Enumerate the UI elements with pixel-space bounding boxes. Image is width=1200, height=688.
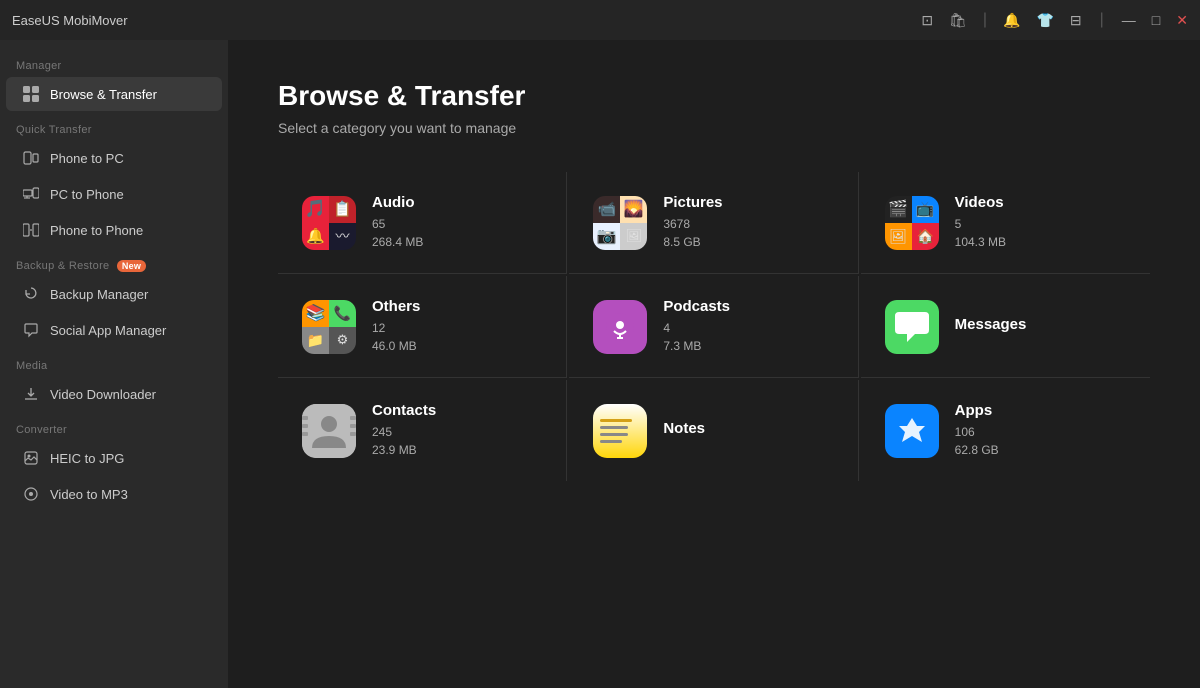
sidebar-item-label: Video to MP3 — [50, 487, 128, 502]
category-card-messages[interactable]: Messages — [861, 276, 1150, 378]
pictures-icon: 📹 🌄 📷 🖼 — [593, 196, 647, 250]
sidebar-item-label: Video Downloader — [50, 387, 156, 402]
sidebar-item-video-downloader[interactable]: Video Downloader — [6, 377, 222, 411]
sidebar-item-heic-to-jpg[interactable]: HEIC to JPG — [6, 441, 222, 475]
social-app-icon — [22, 321, 40, 339]
notes-name: Notes — [663, 420, 705, 437]
category-card-notes[interactable]: Notes — [569, 380, 858, 481]
notes-icon — [593, 404, 647, 458]
apps-icon — [885, 404, 939, 458]
bag-icon[interactable]: 🛍 — [949, 12, 967, 29]
category-card-videos[interactable]: 🎬 📺 🖼 🏠 Videos 5 104.3 MB — [861, 172, 1150, 274]
backup-manager-icon — [22, 285, 40, 303]
sidebar-item-label: Phone to Phone — [50, 223, 143, 238]
page-subtitle: Select a category you want to manage — [278, 120, 1150, 136]
sidebar-item-browse-transfer[interactable]: Browse & Transfer — [6, 77, 222, 111]
sidebar-item-backup-manager[interactable]: Backup Manager — [6, 277, 222, 311]
sidebar-item-phone-to-phone[interactable]: Phone to Phone — [6, 213, 222, 247]
messages-name: Messages — [955, 316, 1027, 333]
videos-stats: 5 104.3 MB — [955, 215, 1006, 251]
sidebar-item-social-app-manager[interactable]: Social App Manager — [6, 313, 222, 347]
minimize-icon[interactable]: — — [1122, 12, 1136, 28]
section-label-backup: Backup & Restore New — [0, 248, 228, 276]
podcasts-stats: 4 7.3 MB — [663, 319, 730, 355]
phone-to-phone-icon — [22, 221, 40, 239]
others-stats: 12 46.0 MB — [372, 319, 420, 355]
window-controls: ⊡ 🛍 | 🔔 👕 ⊟ | — □ ✕ — [921, 11, 1188, 29]
maximize-icon[interactable]: □ — [1152, 12, 1160, 28]
category-grid: 🎵 📋 🔔 〰 Audio 65 268.4 MB 📹 🌄 — [278, 172, 1150, 481]
browse-transfer-icon — [22, 85, 40, 103]
sidebar-item-label: PC to Phone — [50, 187, 124, 202]
content-area: Browse & Transfer Select a category you … — [228, 40, 1200, 688]
contacts-icon — [302, 404, 356, 458]
section-label-manager: Manager — [0, 48, 228, 76]
podcasts-icon — [593, 300, 647, 354]
titlebar: EaseUS MobiMover ⊡ 🛍 | 🔔 👕 ⊟ | — □ ✕ — [0, 0, 1200, 40]
section-label-converter: Converter — [0, 412, 228, 440]
sidebar: Manager Browse & Transfer Quick Transfer — [0, 40, 228, 688]
app-title: EaseUS MobiMover — [12, 13, 128, 28]
video-downloader-icon — [22, 385, 40, 403]
others-icon: 📚 📞 📁 ⚙ — [302, 300, 356, 354]
category-card-pictures[interactable]: 📹 🌄 📷 🖼 Pictures 3678 8.5 GB — [569, 172, 858, 274]
sidebar-item-label: Social App Manager — [50, 323, 166, 338]
sidebar-item-pc-to-phone[interactable]: PC to Phone — [6, 177, 222, 211]
audio-name: Audio — [372, 194, 423, 211]
tshirt-icon[interactable]: 👕 — [1036, 12, 1053, 29]
messages-icon — [885, 300, 939, 354]
contacts-name: Contacts — [372, 402, 436, 419]
phone-to-pc-icon — [22, 149, 40, 167]
page-title: Browse & Transfer — [278, 80, 1150, 112]
contacts-stats: 245 23.9 MB — [372, 423, 436, 459]
close-icon[interactable]: ✕ — [1176, 12, 1188, 29]
others-name: Others — [372, 298, 420, 315]
category-card-audio[interactable]: 🎵 📋 🔔 〰 Audio 65 268.4 MB — [278, 172, 567, 274]
heic-icon — [22, 449, 40, 467]
audio-stats: 65 268.4 MB — [372, 215, 423, 251]
video-to-mp3-icon — [22, 485, 40, 503]
device-icon[interactable]: ⊡ — [921, 12, 933, 29]
apps-stats: 106 62.8 GB — [955, 423, 999, 459]
category-card-others[interactable]: 📚 📞 📁 ⚙ Others 12 46.0 MB — [278, 276, 567, 378]
sidebar-item-label: Browse & Transfer — [50, 87, 157, 102]
sidebar-item-phone-to-pc[interactable]: Phone to PC — [6, 141, 222, 175]
category-card-apps[interactable]: Apps 106 62.8 GB — [861, 380, 1150, 481]
podcasts-name: Podcasts — [663, 298, 730, 315]
category-card-podcasts[interactable]: Podcasts 4 7.3 MB — [569, 276, 858, 378]
sidebar-item-label: HEIC to JPG — [50, 451, 124, 466]
section-label-media: Media — [0, 348, 228, 376]
videos-name: Videos — [955, 194, 1006, 211]
new-badge: New — [117, 260, 146, 272]
audio-icon: 🎵 📋 🔔 〰 — [302, 196, 356, 250]
sidebar-item-label: Backup Manager — [50, 287, 148, 302]
bell-icon[interactable]: 🔔 — [1003, 12, 1020, 29]
apps-name: Apps — [955, 402, 999, 419]
category-card-contacts[interactable]: Contacts 245 23.9 MB — [278, 380, 567, 481]
videos-icon: 🎬 📺 🖼 🏠 — [885, 196, 939, 250]
section-label-quick-transfer: Quick Transfer — [0, 112, 228, 140]
expand-icon[interactable]: ⊟ — [1070, 12, 1082, 29]
pictures-name: Pictures — [663, 194, 722, 211]
pictures-stats: 3678 8.5 GB — [663, 215, 722, 251]
sidebar-item-label: Phone to PC — [50, 151, 124, 166]
pc-to-phone-icon — [22, 185, 40, 203]
sidebar-item-video-to-mp3[interactable]: Video to MP3 — [6, 477, 222, 511]
main-layout: Manager Browse & Transfer Quick Transfer — [0, 40, 1200, 688]
